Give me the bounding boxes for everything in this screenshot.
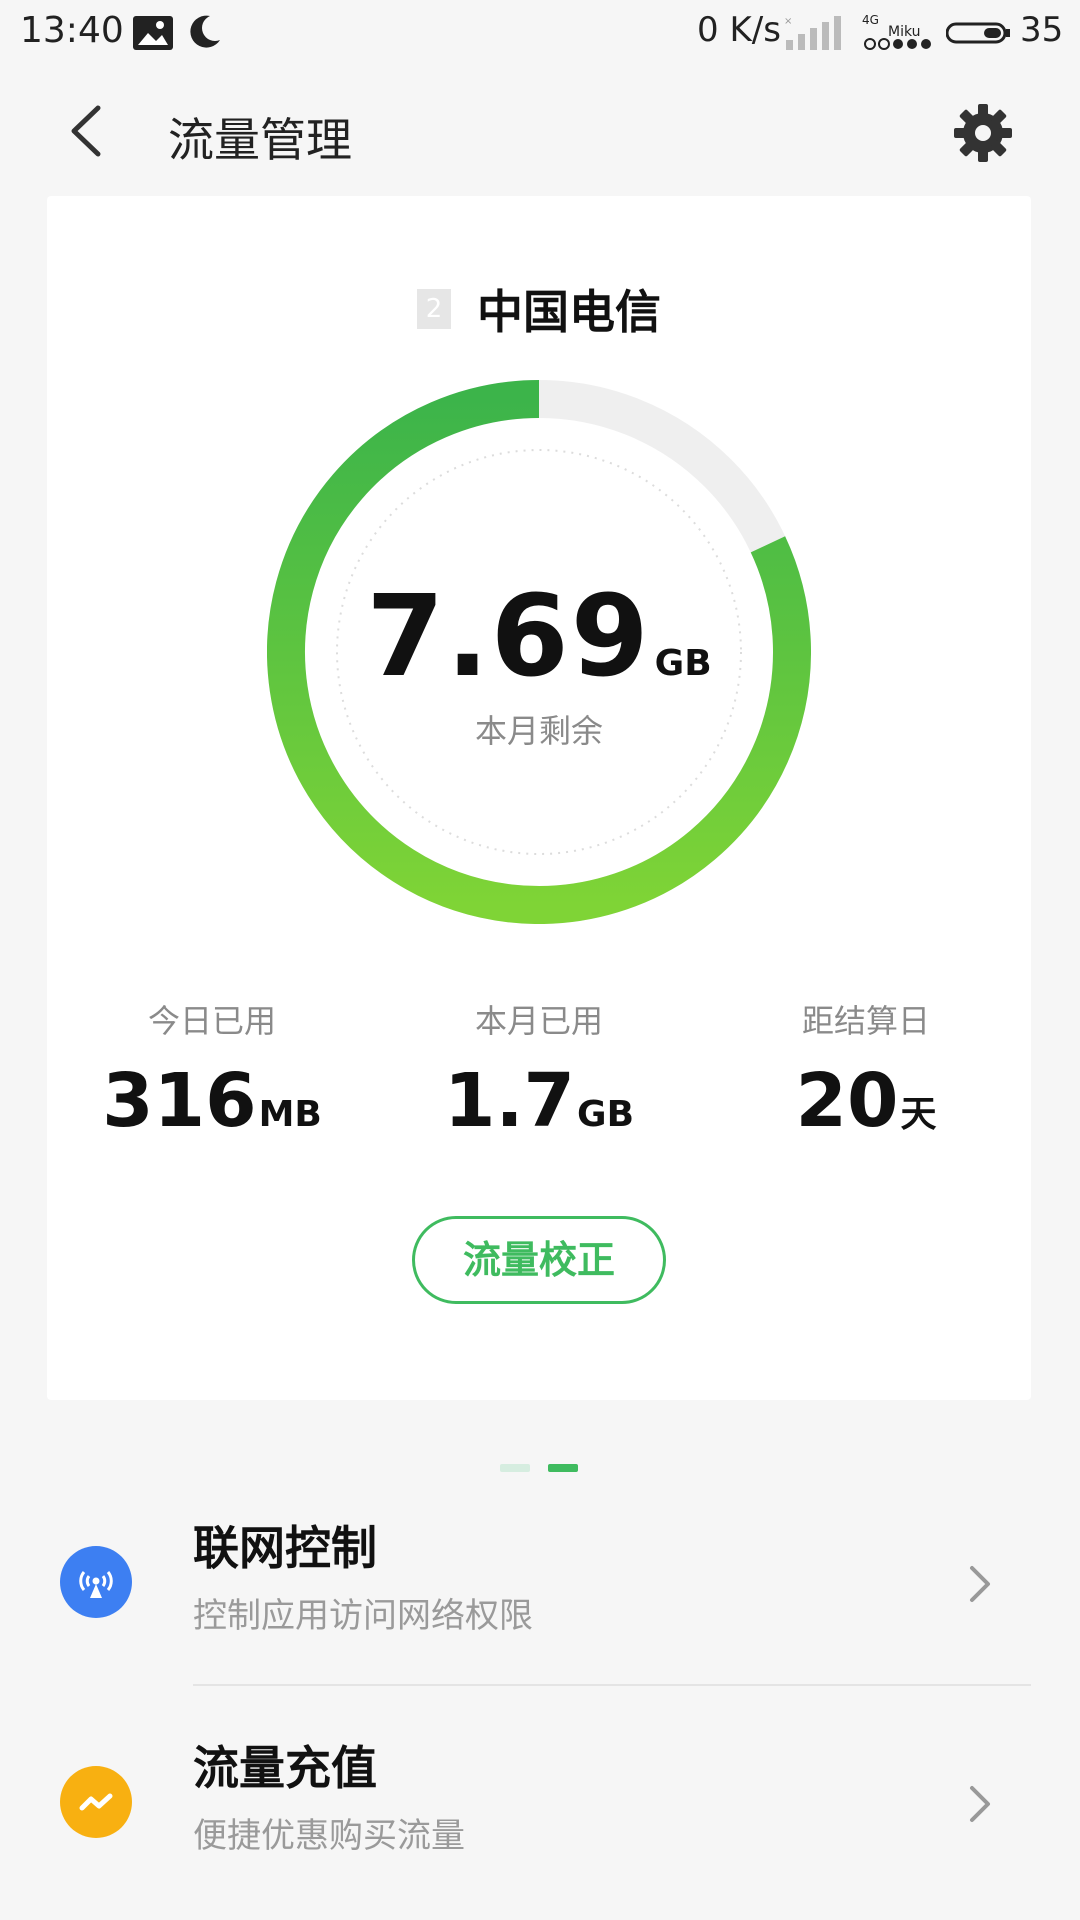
status-bar: 13:40 0 K/s × 4G Miku 35 [0, 0, 1080, 66]
list-divider [193, 1684, 1031, 1686]
stat-value: 20 [795, 1058, 899, 1144]
stat-month-used: 本月已用 1.7GB [374, 996, 704, 1144]
network-tower-icon [60, 1546, 132, 1618]
settings-button[interactable] [950, 100, 1016, 166]
back-arrow-icon [71, 105, 101, 157]
item-title: 流量充值 [193, 1741, 377, 1795]
stat-unit: 天 [900, 1094, 937, 1135]
battery-level: 35 [1020, 10, 1064, 50]
remaining-label: 本月剩余 [474, 712, 603, 750]
chevron-right-icon [960, 1560, 1000, 1608]
stat-today-used: 今日已用 316MB [47, 996, 377, 1144]
list-item-network-control[interactable]: 联网控制 控制应用访问网络权限 [0, 1470, 1080, 1680]
page-title: 流量管理 [168, 113, 352, 167]
stat-label: 距结算日 [801, 1002, 930, 1040]
remaining-value: 7.69 [366, 572, 651, 702]
back-button[interactable] [58, 96, 118, 166]
battery-icon [945, 22, 1012, 48]
sim-slot-icon: 2 [417, 289, 451, 329]
data-usage-card: 2 中国电信 7.69 GB 本月剩余 今日已用 316MB 本月已用 1.7GB … [47, 196, 1031, 1400]
remaining-data: 7.69 GB [267, 572, 811, 702]
stat-value: 1.7 [443, 1058, 576, 1144]
svg-text:Miku: Miku [888, 24, 921, 40]
list-item-data-recharge[interactable]: 流量充值 便捷优惠购买流量 [0, 1690, 1080, 1900]
stat-value: 316 [102, 1058, 257, 1144]
stat-days-to-billing: 距结算日 20天 [701, 996, 1031, 1144]
gear-icon [954, 104, 1012, 162]
chevron-right-icon [960, 1780, 1000, 1828]
stat-label: 本月已用 [474, 1002, 603, 1040]
remaining-unit: GB [654, 643, 712, 684]
svg-text:4G: 4G [862, 13, 879, 27]
svg-text:×: × [784, 16, 792, 27]
app-header: 流量管理 [0, 66, 1080, 196]
stat-unit: MB [258, 1094, 322, 1135]
carrier-name: 中国电信 [477, 285, 661, 339]
status-time: 13:40 [20, 10, 124, 51]
trend-icon [60, 1766, 132, 1838]
signal-icon: × [784, 14, 844, 54]
network-speed: 0 K/s [697, 10, 781, 50]
gallery-icon [132, 15, 174, 55]
usage-stats: 今日已用 316MB 本月已用 1.7GB 距结算日 20天 [47, 996, 1031, 1144]
stat-unit: GB [577, 1094, 635, 1135]
calibrate-button[interactable]: 流量校正 [412, 1216, 666, 1304]
moon-icon [184, 12, 224, 56]
carrier-row: 2 中国电信 [47, 276, 1031, 346]
item-title: 联网控制 [193, 1521, 377, 1575]
network-type-icon: 4G Miku [862, 12, 940, 58]
stat-label: 今日已用 [147, 1002, 276, 1040]
item-subtitle: 控制应用访问网络权限 [193, 1596, 533, 1636]
item-subtitle: 便捷优惠购买流量 [193, 1816, 465, 1856]
